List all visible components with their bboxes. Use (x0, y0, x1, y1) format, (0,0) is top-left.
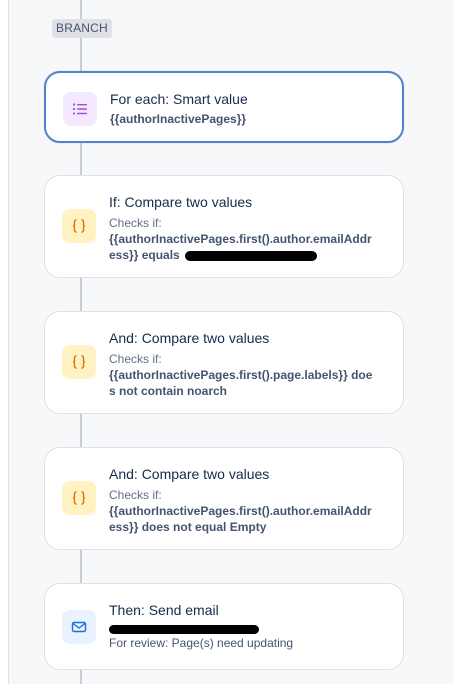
connector-line (80, 549, 82, 584)
redacted-value (185, 250, 318, 261)
connector-line (80, 0, 82, 19)
condition-expression: {{authorInactivePages.first().page.label… (109, 368, 373, 398)
connector-line (80, 38, 82, 72)
card-title: For each: Smart value (110, 91, 248, 107)
redacted-value (109, 625, 259, 635)
branch-tag: BRANCH (52, 19, 112, 38)
condition-expression: {{authorInactivePages.first().author.ema… (109, 504, 372, 534)
braces-icon (62, 345, 96, 379)
list-icon (63, 92, 97, 126)
smart-value: {{authorInactivePages}} (110, 112, 247, 126)
automation-canvas: BRANCH For each: Smart value {{authorIna… (0, 0, 454, 684)
and-condition-card[interactable]: And: Compare two values Checks if: {{aut… (44, 311, 404, 414)
checks-label: Checks if: (109, 488, 162, 502)
card-title: Then: Send email (109, 602, 219, 618)
card-title: And: Compare two values (109, 330, 270, 346)
send-email-card[interactable]: Then: Send email For review: Page(s) nee… (44, 583, 404, 670)
condition-expression: {{authorInactivePages.first().author.ema… (109, 231, 377, 263)
if-condition-card[interactable]: If: Compare two values Checks if: {{auth… (44, 175, 404, 278)
and-condition-card[interactable]: And: Compare two values Checks if: {{aut… (44, 447, 404, 550)
connector-line (80, 669, 82, 684)
connector-line (80, 142, 82, 176)
braces-icon (62, 209, 96, 243)
for-each-card[interactable]: For each: Smart value {{authorInactivePa… (44, 71, 404, 143)
email-subject: For review: Page(s) need updating (109, 636, 294, 650)
card-title: And: Compare two values (109, 466, 270, 482)
braces-icon (62, 481, 96, 515)
connector-line (80, 277, 82, 312)
mail-icon (62, 610, 96, 644)
card-title: If: Compare two values (109, 194, 253, 210)
left-rail (0, 0, 9, 684)
connector-line (80, 413, 82, 448)
checks-label: Checks if: (109, 216, 162, 230)
redacted-recipient (109, 621, 377, 635)
checks-label: Checks if: (109, 352, 162, 366)
